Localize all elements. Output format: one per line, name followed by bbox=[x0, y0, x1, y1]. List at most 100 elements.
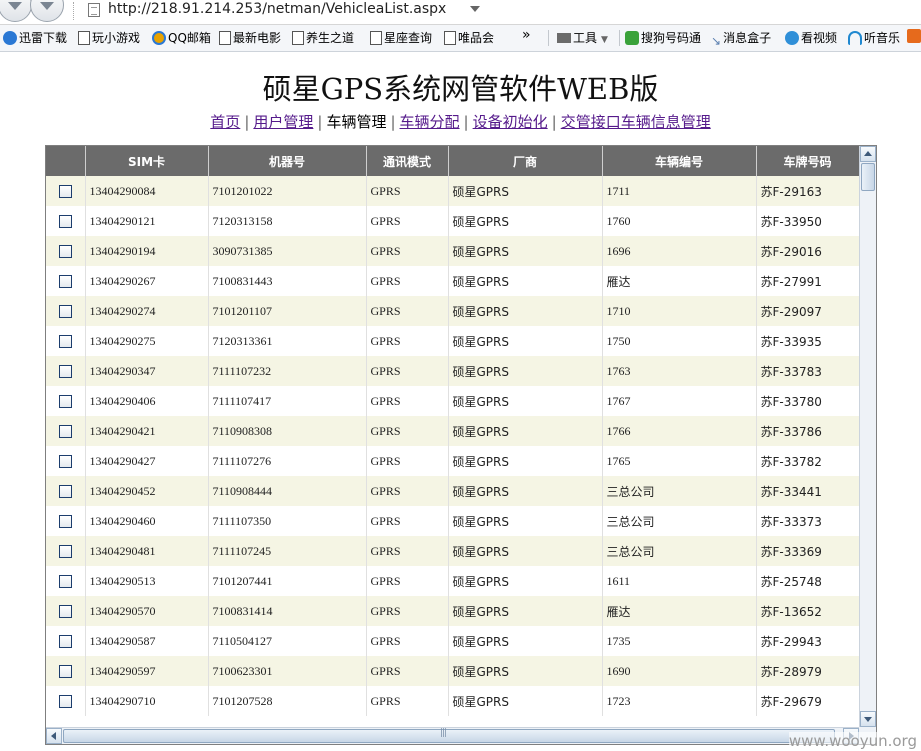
video-icon bbox=[785, 31, 799, 45]
vendor-cell: 硕星GPRS bbox=[448, 296, 603, 326]
row-checkbox[interactable] bbox=[58, 365, 72, 379]
plate-cell: 苏F-33783 bbox=[756, 356, 860, 386]
comm-mode-cell: GPRS bbox=[366, 626, 449, 656]
select-cell bbox=[46, 326, 86, 356]
watermark: www.wooyun.org bbox=[788, 732, 917, 750]
select-cell bbox=[46, 416, 86, 446]
comm-mode-cell: GPRS bbox=[366, 596, 449, 626]
row-checkbox[interactable] bbox=[58, 485, 72, 499]
extra-music[interactable]: 听音乐 bbox=[848, 29, 900, 46]
select-cell bbox=[46, 596, 86, 626]
horizontal-scrollbar[interactable] bbox=[46, 727, 859, 744]
fav-item-thunder[interactable]: 迅雷下载 bbox=[3, 29, 67, 46]
device-no-cell: 7120313361 bbox=[208, 326, 367, 356]
vendor-cell: 硕星GPRS bbox=[448, 176, 603, 206]
back-arrow-icon bbox=[8, 2, 22, 10]
extra-overflow[interactable] bbox=[907, 29, 921, 43]
fav-item-games[interactable]: 玩小游戏 bbox=[78, 29, 140, 46]
fav-item-horoscope[interactable]: 星座查询 bbox=[370, 29, 432, 46]
row-checkbox[interactable] bbox=[58, 695, 72, 709]
select-cell bbox=[46, 296, 86, 326]
scroll-left-button[interactable] bbox=[46, 728, 62, 744]
row-checkbox[interactable] bbox=[58, 245, 72, 259]
tools-menu[interactable]: 工具 ▼ bbox=[557, 29, 608, 46]
device-no-cell: 7111107245 bbox=[208, 536, 367, 566]
address-divider bbox=[73, 2, 76, 20]
select-cell bbox=[46, 506, 86, 536]
nav-device-init[interactable]: 设备初始化 bbox=[473, 113, 548, 131]
row-checkbox[interactable] bbox=[58, 275, 72, 289]
sim-cell: 13404290427 bbox=[85, 446, 209, 476]
comm-mode-cell: GPRS bbox=[366, 266, 449, 296]
row-checkbox[interactable] bbox=[58, 665, 72, 679]
nav-traffic-interface[interactable]: 交管接口车辆信息管理 bbox=[561, 113, 711, 131]
comm-mode-cell: GPRS bbox=[366, 326, 449, 356]
page-icon bbox=[292, 31, 304, 45]
vendor-cell: 硕星GPRS bbox=[448, 326, 603, 356]
extra-sogou[interactable]: 搜狗号码通 bbox=[625, 29, 701, 46]
comm-mode-cell: GPRS bbox=[366, 356, 449, 386]
fav-label: 唯品会 bbox=[458, 31, 495, 45]
select-cell bbox=[46, 176, 86, 206]
row-checkbox[interactable] bbox=[58, 635, 72, 649]
favorites-overflow-chevron[interactable]: » bbox=[522, 27, 531, 43]
select-cell bbox=[46, 356, 86, 386]
fav-item-qqmail[interactable]: QQ邮箱 bbox=[152, 29, 211, 46]
row-checkbox[interactable] bbox=[58, 425, 72, 439]
row-checkbox[interactable] bbox=[58, 575, 72, 589]
back-button[interactable] bbox=[0, 0, 32, 22]
extra-video[interactable]: 看视频 bbox=[785, 29, 837, 46]
row-checkbox[interactable] bbox=[58, 515, 72, 529]
nav-vehicle-assignment[interactable]: 车辆分配 bbox=[400, 113, 460, 131]
url-dropdown-icon[interactable] bbox=[470, 6, 480, 12]
table-row: 13404290460 7111107350 GPRS 硕星GPRS 三总公司 苏F-33… bbox=[46, 506, 860, 536]
forward-button[interactable] bbox=[30, 0, 64, 22]
nav-home[interactable]: 首页 bbox=[210, 113, 240, 131]
row-checkbox[interactable] bbox=[58, 545, 72, 559]
sogou-icon bbox=[625, 31, 639, 45]
message-box-icon: ↘ bbox=[711, 34, 722, 48]
table-row: 13404290427 7111107276 GPRS 硕星GPRS 1765 苏F-33… bbox=[46, 446, 860, 476]
plate-cell: 苏F-13652 bbox=[756, 596, 860, 626]
vehicle-no-cell: 三总公司 bbox=[602, 506, 757, 536]
nav-vehicle-management-current: 车辆管理 bbox=[326, 113, 387, 131]
col-header-device-no: 机器号 bbox=[208, 146, 367, 176]
page-icon bbox=[88, 3, 100, 17]
table-row: 13404290406 7111107417 GPRS 硕星GPRS 1767 苏F-33… bbox=[46, 386, 860, 416]
fav-item-movies[interactable]: 最新电影 bbox=[219, 29, 281, 46]
horizontal-scroll-thumb[interactable] bbox=[63, 728, 835, 743]
vendor-cell: 硕星GPRS bbox=[448, 506, 603, 536]
scroll-down-icon bbox=[864, 717, 872, 722]
vendor-cell: 硕星GPRS bbox=[448, 566, 603, 596]
nav-user-management[interactable]: 用户管理 bbox=[253, 113, 313, 131]
extra-message-box[interactable]: ↘ 消息盒子 bbox=[711, 29, 771, 48]
col-header-select bbox=[46, 146, 86, 176]
col-header-sim: SIM卡 bbox=[85, 146, 209, 176]
vertical-scrollbar[interactable] bbox=[859, 146, 876, 727]
sim-cell: 13404290267 bbox=[85, 266, 209, 296]
vertical-scroll-thumb[interactable] bbox=[861, 163, 875, 191]
scroll-up-button[interactable] bbox=[860, 146, 876, 162]
select-cell bbox=[46, 206, 86, 236]
row-checkbox[interactable] bbox=[58, 215, 72, 229]
vendor-cell: 硕星GPRS bbox=[448, 236, 603, 266]
row-checkbox[interactable] bbox=[58, 455, 72, 469]
sim-cell: 13404290421 bbox=[85, 416, 209, 446]
vendor-cell: 硕星GPRS bbox=[448, 206, 603, 236]
device-no-cell: 7111107417 bbox=[208, 386, 367, 416]
select-cell bbox=[46, 656, 86, 686]
vehicle-no-cell: 1711 bbox=[602, 176, 757, 206]
row-checkbox[interactable] bbox=[58, 605, 72, 619]
row-checkbox[interactable] bbox=[58, 305, 72, 319]
fav-item-vip[interactable]: 唯品会 bbox=[444, 29, 494, 46]
row-checkbox[interactable] bbox=[58, 185, 72, 199]
scroll-down-button[interactable] bbox=[860, 711, 876, 727]
extra-label: 看视频 bbox=[801, 31, 838, 45]
fav-item-health[interactable]: 养生之道 bbox=[292, 29, 354, 46]
row-checkbox[interactable] bbox=[58, 395, 72, 409]
row-checkbox[interactable] bbox=[58, 335, 72, 349]
comm-mode-cell: GPRS bbox=[366, 236, 449, 266]
url-input[interactable]: http://218.91.214.253/netman/VehicleaLis… bbox=[108, 1, 446, 17]
scroll-left-icon bbox=[51, 732, 56, 740]
device-no-cell: 7101201107 bbox=[208, 296, 367, 326]
